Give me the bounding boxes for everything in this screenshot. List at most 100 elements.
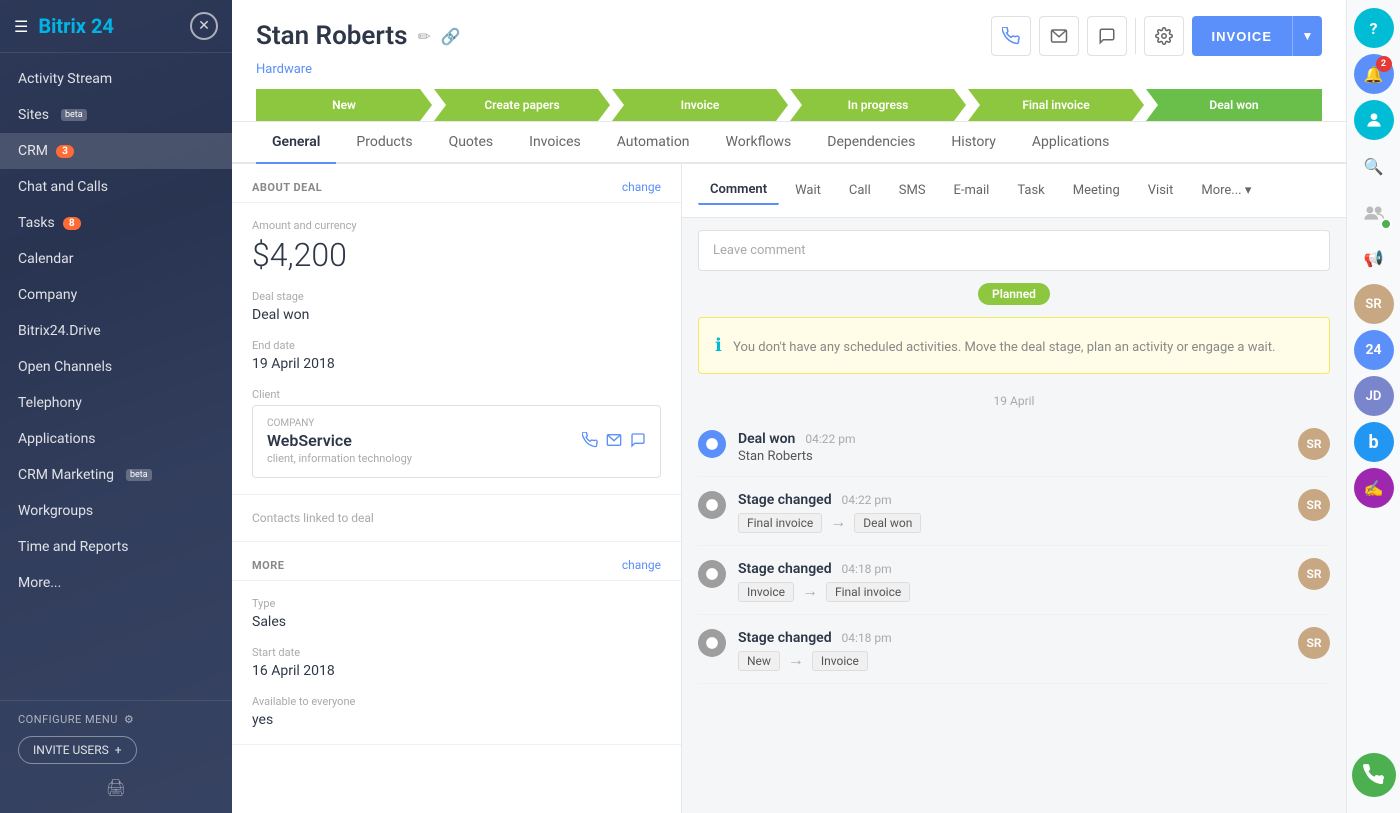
call-button[interactable] [991, 16, 1031, 56]
crm-shortcut-button[interactable] [1354, 100, 1394, 140]
sidebar-item-time-reports[interactable]: Time and Reports [0, 529, 232, 565]
sidebar-item-activity-stream[interactable]: Activity Stream [0, 61, 232, 97]
left-panel: ABOUT DEAL change Amount and currency $4… [232, 164, 682, 813]
tab-dependencies[interactable]: Dependencies [811, 122, 931, 164]
stage-new[interactable]: New [256, 89, 432, 121]
stage-change-row: Invoice → Final invoice [738, 581, 1286, 602]
activity-tab-task[interactable]: Task [1005, 177, 1056, 204]
activity-title-row: Stage changed 04:18 pm [738, 627, 1286, 646]
sidebar: ☰ Bitrix 24 ✕ Activity Stream Sites beta… [0, 0, 232, 813]
comment-input[interactable]: Leave comment [698, 230, 1330, 271]
stage-deal-won[interactable]: Deal won [1146, 89, 1322, 121]
sidebar-item-open-channels[interactable]: Open Channels [0, 349, 232, 385]
sidebar-item-more[interactable]: More... [0, 565, 232, 601]
close-icon: ✕ [198, 18, 210, 34]
sidebar-item-sites[interactable]: Sites beta [0, 97, 232, 133]
call-floating-button[interactable] [1352, 753, 1396, 797]
tab-invoices[interactable]: Invoices [513, 122, 597, 164]
stage-to: Invoice [812, 651, 868, 671]
tab-products[interactable]: Products [340, 122, 428, 164]
deal-stage-value: Deal won [252, 307, 661, 323]
tab-quotes[interactable]: Quotes [433, 122, 510, 164]
client-company-label: COMPANY [267, 418, 412, 429]
activity-tab-comment[interactable]: Comment [698, 176, 779, 205]
link-icon[interactable]: 🔗 [441, 27, 461, 46]
avatar-sr[interactable]: SR [1354, 284, 1394, 324]
notifications-button[interactable]: 🔔 2 [1354, 54, 1394, 94]
stage-create-papers[interactable]: Create papers [434, 89, 610, 121]
right-sidebar: ? 🔔 2 🔍 📢 SR 24 JD b ✍ [1346, 0, 1400, 813]
tab-applications[interactable]: Applications [1016, 122, 1126, 164]
deal-stage-label: Deal stage [252, 290, 661, 303]
client-call-icon[interactable] [582, 432, 598, 452]
sidebar-item-crm-marketing[interactable]: CRM Marketing beta [0, 457, 232, 493]
tab-general[interactable]: General [256, 122, 336, 164]
email-button[interactable] [1039, 16, 1079, 56]
stage-invoice[interactable]: Invoice [612, 89, 788, 121]
more-change-link[interactable]: change [622, 558, 661, 572]
activity-tab-visit[interactable]: Visit [1136, 177, 1186, 204]
invoice-main-button[interactable]: INVOICE [1192, 16, 1292, 56]
activity-tab-email[interactable]: E-mail [942, 177, 1002, 204]
help-button[interactable]: ? [1354, 8, 1394, 48]
megaphone-button[interactable]: 📢 [1354, 238, 1394, 278]
sidebar-item-chat-calls[interactable]: Chat and Calls [0, 169, 232, 205]
search-button[interactable]: 🔍 [1354, 146, 1394, 186]
info-text: You don't have any scheduled activities.… [733, 340, 1275, 355]
activity-title-row: Stage changed 04:22 pm [738, 489, 1286, 508]
end-date-value: 19 April 2018 [252, 356, 661, 372]
bitrix24-button[interactable]: 24 [1354, 330, 1394, 370]
tab-automation[interactable]: Automation [601, 122, 706, 164]
letter-b-avatar[interactable]: b [1354, 422, 1394, 462]
sidebar-item-drive[interactable]: Bitrix24.Drive [0, 313, 232, 349]
client-actions [582, 432, 646, 452]
activity-icon-stage-changed [698, 629, 726, 657]
logo: Bitrix 24 [38, 14, 114, 38]
stage-in-progress[interactable]: In progress [790, 89, 966, 121]
activity-title-row: Stage changed 04:18 pm [738, 558, 1286, 577]
client-email-icon[interactable] [606, 432, 622, 452]
edit-icon[interactable]: ✏ [418, 27, 431, 46]
sidebar-item-crm[interactable]: CRM 3 [0, 133, 232, 169]
configure-menu-row[interactable]: CONFIGURE MENU ⚙ [18, 713, 214, 726]
settings-button[interactable] [1144, 16, 1184, 56]
sidebar-item-telephony[interactable]: Telephony [0, 385, 232, 421]
avatar-jd[interactable]: JD [1354, 376, 1394, 416]
activity-time: 04:18 pm [842, 562, 892, 576]
sidebar-item-applications[interactable]: Applications [0, 421, 232, 457]
close-button[interactable]: ✕ [190, 12, 218, 40]
amount-value: $4,200 [252, 236, 661, 274]
sidebar-item-company[interactable]: Company [0, 277, 232, 313]
script-avatar[interactable]: ✍ [1354, 468, 1394, 508]
client-description: client, information technology [267, 452, 412, 465]
invite-users-button[interactable]: INVITE USERS + [18, 736, 137, 764]
sidebar-item-tasks[interactable]: Tasks 8 [0, 205, 232, 241]
sidebar-item-workgroups[interactable]: Workgroups [0, 493, 232, 529]
activity-time: 04:22 pm [842, 493, 892, 507]
activity-tab-wait[interactable]: Wait [783, 177, 833, 204]
sidebar-item-calendar[interactable]: Calendar [0, 241, 232, 277]
activity-tab-meeting[interactable]: Meeting [1061, 177, 1132, 204]
activity-icon-stage-changed [698, 560, 726, 588]
no-activities-info: ℹ You don't have any scheduled activitie… [698, 317, 1330, 374]
sidebar-item-label: Bitrix24.Drive [18, 323, 101, 339]
content-area: ABOUT DEAL change Amount and currency $4… [232, 164, 1346, 813]
activity-tab-call[interactable]: Call [837, 177, 883, 204]
activity-tab-more[interactable]: More... ▾ [1189, 177, 1263, 204]
stage-final-invoice[interactable]: Final invoice [968, 89, 1144, 121]
tab-workflows[interactable]: Workflows [710, 122, 808, 164]
client-name[interactable]: WebService [267, 431, 412, 450]
amount-label: Amount and currency [252, 219, 661, 232]
stage-label: Create papers [484, 98, 559, 112]
activity-tab-sms[interactable]: SMS [887, 177, 938, 204]
client-chat-icon[interactable] [630, 432, 646, 452]
invoice-dropdown-button[interactable]: ▼ [1292, 16, 1322, 56]
sidebar-item-label: Sites [18, 107, 49, 123]
users-group-button[interactable] [1354, 192, 1394, 232]
hamburger-icon[interactable]: ☰ [14, 17, 28, 36]
invite-users-label: INVITE USERS [33, 743, 109, 757]
printer-icon[interactable]: 🖨 [18, 774, 214, 801]
tab-history[interactable]: History [935, 122, 1012, 164]
about-deal-change-link[interactable]: change [622, 180, 661, 194]
chat-button[interactable] [1087, 16, 1127, 56]
